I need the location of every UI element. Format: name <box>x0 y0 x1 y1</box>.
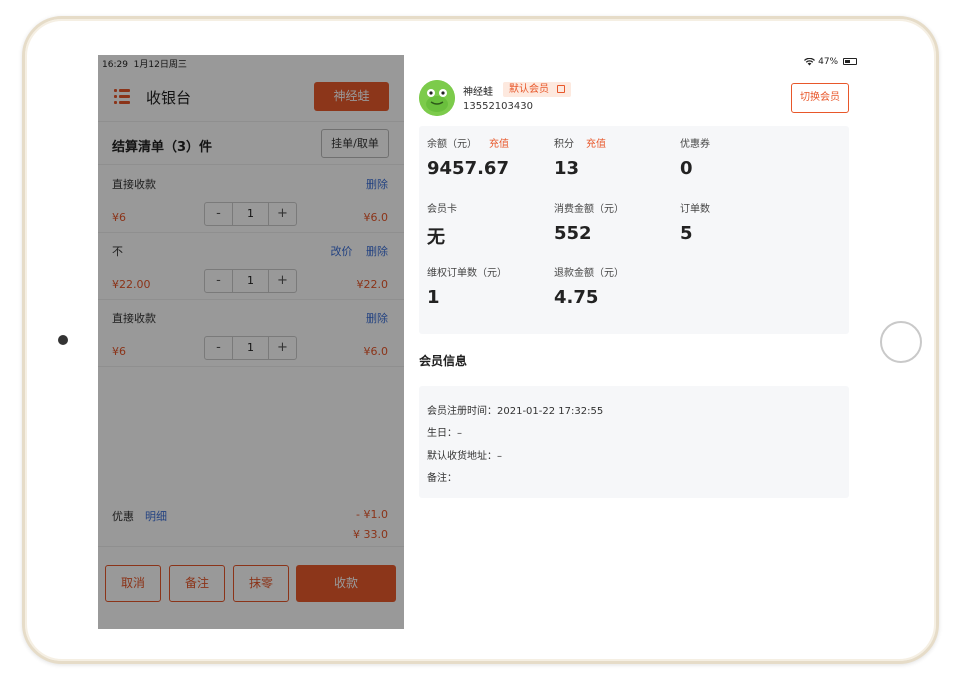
recharge-link[interactable]: 充值 <box>586 139 606 150</box>
badge-text: 默认会员 <box>509 84 549 95</box>
stat-label: 优惠券 <box>680 139 710 150</box>
status-indicators: 47% <box>804 57 857 67</box>
default-member-badge[interactable]: 默认会员 <box>503 82 572 97</box>
member-info-title: 会员信息 <box>419 354 468 368</box>
switch-member-button[interactable]: 切换会员 <box>791 83 849 113</box>
recharge-link[interactable]: 充值 <box>489 139 509 150</box>
modal-backdrop[interactable] <box>98 55 404 629</box>
stat-value: 4.75 <box>554 287 599 308</box>
screen: 16:29 1月12日周三 收银台 神经蛙 结算清单（3）件 挂单/取单 直接收… <box>98 55 865 629</box>
member-stats: 余额（元） 充值 9457.67 积分 充值 13 优惠券 0 会员卡 无 消费金额… <box>419 126 849 334</box>
stat-label: 积分 <box>554 139 574 150</box>
cashier-pane: 16:29 1月12日周三 收银台 神经蛙 结算清单（3）件 挂单/取单 直接收… <box>98 55 404 629</box>
stat-label: 消费金额（元） <box>554 204 624 215</box>
stat-balance: 余额（元） 充值 9457.67 <box>427 135 553 179</box>
member-detail-panel: 47% 神经蛙 默认会员 13552103430 切换会员 余额（元） 充值 94… <box>404 55 865 629</box>
stat-spent: 消费金额（元） 552 <box>554 200 680 244</box>
member-info-box: 会员注册时间：2021-01-22 17:32:55 生日：– 默认收货地址：–… <box>419 386 849 498</box>
member-phone: 13552103430 <box>463 101 533 112</box>
wifi-icon <box>804 57 818 67</box>
stat-label: 维权订单数（元） <box>427 268 507 279</box>
stat-dispute-orders: 维权订单数（元） 1 <box>427 264 553 308</box>
stat-label: 余额（元） <box>427 139 477 150</box>
stat-label: 退款金额（元） <box>554 268 624 279</box>
battery-text: 47% <box>818 57 839 67</box>
stat-value: 552 <box>554 223 592 244</box>
stat-orders: 订单数 5 <box>680 200 806 244</box>
edit-icon[interactable] <box>557 85 566 93</box>
default-address: 默认收货地址：– <box>427 451 502 462</box>
stat-label: 会员卡 <box>427 204 457 215</box>
home-button[interactable] <box>880 321 922 363</box>
member-name: 神经蛙 <box>463 87 493 98</box>
stat-label: 订单数 <box>680 204 710 215</box>
stat-points: 积分 充值 13 <box>554 135 680 179</box>
camera-dot <box>58 335 68 345</box>
stat-value: 无 <box>427 227 445 248</box>
birthday: 生日：– <box>427 428 462 439</box>
avatar <box>419 80 455 116</box>
stat-value: 9457.67 <box>427 158 509 179</box>
register-time: 会员注册时间：2021-01-22 17:32:55 <box>427 406 604 417</box>
stat-refund: 退款金额（元） 4.75 <box>554 264 680 308</box>
battery-icon <box>843 58 857 65</box>
stat-coupons: 优惠券 0 <box>680 135 806 179</box>
stat-value: 0 <box>680 158 693 179</box>
remark: 备注： <box>427 473 457 484</box>
stat-member-card: 会员卡 无 <box>427 200 553 249</box>
stat-value: 1 <box>427 287 440 308</box>
stat-value: 13 <box>554 158 580 179</box>
stat-value: 5 <box>680 223 693 244</box>
